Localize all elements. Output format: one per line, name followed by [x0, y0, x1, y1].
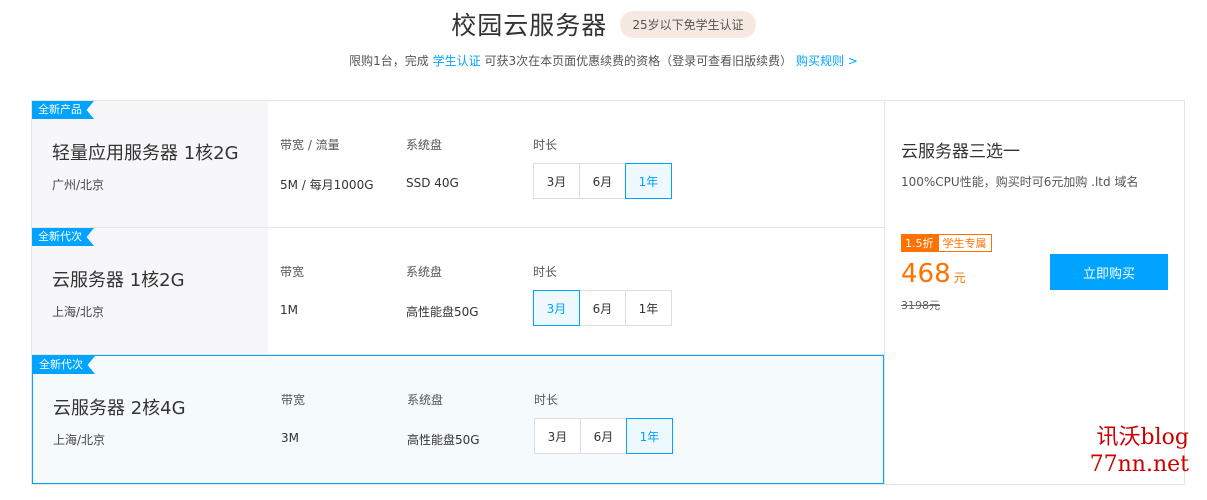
- duration-option-6m[interactable]: 6月: [579, 163, 626, 199]
- product-region: 上海/北京: [53, 433, 106, 447]
- product-region: 广州/北京: [52, 178, 105, 192]
- student-auth-link[interactable]: 学生认证: [433, 54, 481, 68]
- product-tag: 全新产品: [32, 101, 94, 119]
- product-row-cvm-1c2g[interactable]: 全新代次 云服务器 1核2G 上海/北京 带宽 1M 系统盘 高性能盘50G 时…: [32, 228, 884, 355]
- watermark: 讯沃blog 77nn.net: [1090, 424, 1189, 478]
- product-name-cell: 全新代次 云服务器 2核4G 上海/北京: [33, 356, 269, 483]
- price: 468 元: [901, 259, 966, 289]
- duration-option-3m[interactable]: 3月: [534, 418, 581, 454]
- watermark-line-2: 77nn.net: [1089, 452, 1189, 477]
- age-badge: 25岁以下免学生认证: [620, 10, 756, 38]
- product-name: 轻量应用服务器 1核2G: [52, 143, 239, 164]
- product-region: 上海/北京: [52, 305, 105, 319]
- product-row-cvm-2c4g[interactable]: 全新代次 云服务器 2核4G 上海/北京 带宽 3M 系统盘 高性能盘50G 时…: [32, 355, 884, 484]
- disk-value: 高性能盘50G: [406, 305, 479, 319]
- product-name-cell: 全新产品 轻量应用服务器 1核2G 广州/北京: [32, 101, 268, 227]
- student-only-badge: 学生专属: [937, 234, 992, 252]
- bandwidth-value: 3M: [281, 431, 299, 445]
- disk-label: 系统盘: [407, 393, 444, 407]
- duration-option-1y[interactable]: 1年: [626, 418, 673, 454]
- discount-badges: 1.5折 学生专属: [901, 234, 992, 252]
- disk-value: SSD 40G: [406, 176, 459, 190]
- product-name: 云服务器 2核4G: [53, 398, 186, 419]
- page-header: 校园云服务器 25岁以下免学生认证 限购1台，完成 学生认证 可获3次在本页面优…: [0, 0, 1207, 90]
- bandwidth-label: 带宽: [281, 393, 306, 407]
- duration-selector: 3月 6月 1年: [534, 418, 673, 454]
- bandwidth-value: 1M: [280, 303, 298, 317]
- duration-option-1y[interactable]: 1年: [625, 163, 672, 199]
- duration-option-6m[interactable]: 6月: [579, 290, 626, 326]
- price-unit: 元: [953, 271, 966, 285]
- duration-option-3m[interactable]: 3月: [533, 163, 580, 199]
- duration-option-3m[interactable]: 3月: [533, 290, 580, 326]
- product-list: 全新产品 轻量应用服务器 1核2G 广州/北京 带宽 / 流量 5M / 每月1…: [32, 101, 884, 484]
- duration-label: 时长: [533, 265, 558, 279]
- subtitle-text-post: 可获3次在本页面优惠续费的资格（登录可查看旧版续费）: [484, 54, 793, 68]
- duration-label: 时长: [533, 138, 558, 152]
- product-tag: 全新代次: [33, 356, 95, 374]
- bandwidth-label: 带宽 / 流量: [280, 138, 340, 152]
- duration-option-1y[interactable]: 1年: [625, 290, 672, 326]
- disk-value: 高性能盘50G: [407, 433, 480, 447]
- page-title: 校园云服务器: [451, 11, 608, 40]
- buy-now-button[interactable]: 立即购买: [1050, 254, 1168, 290]
- discount-badge: 1.5折: [901, 234, 938, 252]
- bandwidth-label: 带宽: [280, 265, 305, 279]
- sidebar-description: 100%CPU性能，购买时可6元加购 .ltd 域名: [901, 175, 1139, 189]
- duration-label: 时长: [534, 393, 559, 407]
- duration-selector: 3月 6月 1年: [533, 163, 672, 199]
- product-name: 云服务器 1核2G: [52, 270, 185, 291]
- sidebar-title: 云服务器三选一: [901, 142, 1020, 162]
- purchase-rules-link[interactable]: 购买规则 >: [796, 54, 858, 68]
- disk-label: 系统盘: [406, 265, 443, 279]
- bandwidth-value: 5M / 每月1000G: [280, 178, 374, 192]
- offer-panel: 全新产品 轻量应用服务器 1核2G 广州/北京 带宽 / 流量 5M / 每月1…: [31, 100, 1185, 485]
- product-row-lighthouse[interactable]: 全新产品 轻量应用服务器 1核2G 广州/北京 带宽 / 流量 5M / 每月1…: [32, 101, 884, 228]
- subtitle: 限购1台，完成 学生认证 可获3次在本页面优惠续费的资格（登录可查看旧版续费） …: [0, 52, 1207, 69]
- duration-selector: 3月 6月 1年: [533, 290, 672, 326]
- watermark-line-1: 讯沃blog: [1096, 425, 1189, 450]
- original-price: 3198元: [901, 299, 940, 312]
- price-value: 468: [901, 259, 951, 289]
- subtitle-text-pre: 限购1台，完成: [349, 54, 429, 68]
- disk-label: 系统盘: [406, 138, 443, 152]
- duration-option-6m[interactable]: 6月: [580, 418, 627, 454]
- product-name-cell: 全新代次 云服务器 1核2G 上海/北京: [32, 228, 268, 354]
- product-tag: 全新代次: [32, 228, 94, 246]
